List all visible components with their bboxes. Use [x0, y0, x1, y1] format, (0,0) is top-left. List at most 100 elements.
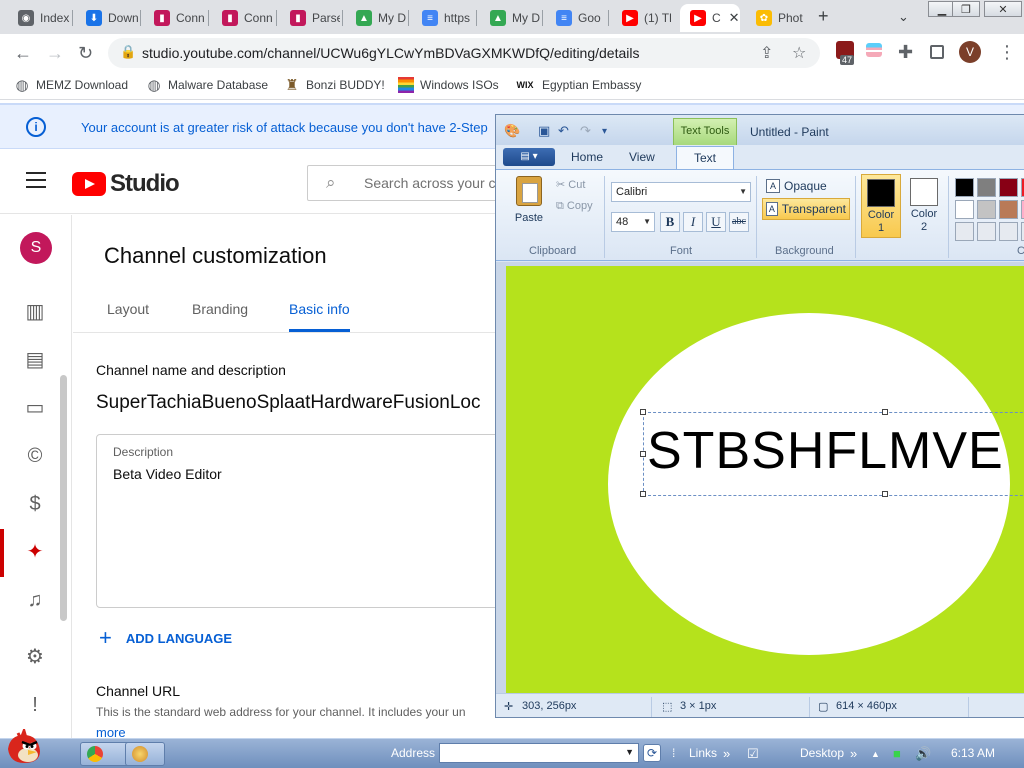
tab-branding[interactable]: Branding [192, 301, 248, 317]
font-size-select[interactable]: 48 ▼ [611, 212, 655, 232]
palette-swatch[interactable] [999, 222, 1018, 241]
opaque-button[interactable]: A Opaque [762, 176, 831, 196]
browser-tab[interactable]: ▶ C ✕ [680, 4, 740, 32]
color-2-button[interactable]: Color 2 [904, 174, 944, 238]
tab-layout[interactable]: Layout [107, 301, 149, 317]
volume-icon[interactable]: 🔊 [915, 746, 931, 762]
feedback-icon[interactable]: ! [24, 694, 46, 716]
paint-app-menu-button[interactable]: ▤ ▾ [503, 148, 555, 166]
palette-swatch[interactable] [977, 200, 996, 219]
browser-tab[interactable]: ▮ Conn [144, 4, 206, 32]
paint-app-icon[interactable]: 🎨 [504, 123, 520, 139]
browser-tab[interactable]: ▲ My D [480, 4, 540, 32]
color-1-button[interactable]: Color 1 [861, 174, 901, 238]
palette-swatch[interactable] [955, 222, 974, 241]
side-panel-icon[interactable] [930, 45, 944, 59]
lock-icon[interactable]: 🔒 [120, 44, 136, 60]
taskbar-desktop-label[interactable]: Desktop [800, 746, 844, 760]
drawing-canvas[interactable]: STBSHFLMVE [506, 266, 1024, 693]
palette-swatch[interactable] [999, 200, 1018, 219]
ribbon-tab-text[interactable]: Text [676, 146, 734, 170]
chrome-menu-icon[interactable]: ⋮ [998, 42, 1016, 63]
bookmark-item[interactable]: ♜ Bonzi BUDDY! [284, 77, 384, 94]
bookmark-item[interactable]: ◍ MEMZ Download [14, 77, 128, 94]
tab-search-icon[interactable]: ⌄ [898, 9, 909, 25]
hamburger-menu-icon[interactable] [26, 172, 46, 193]
description-field[interactable]: Description Beta Video Editor [96, 434, 513, 608]
extensions-puzzle-icon[interactable]: ✚ [898, 42, 913, 63]
bookmark-item[interactable]: ◍ Malware Database [146, 77, 268, 94]
back-icon[interactable]: ← [14, 43, 32, 64]
browser-tab[interactable]: ⬇ Down [76, 4, 138, 32]
channel-avatar[interactable]: S [20, 232, 52, 264]
flag-extension-icon[interactable] [866, 43, 882, 57]
audio-library-icon[interactable]: ♫ [24, 589, 46, 611]
redo-icon[interactable]: ↷ [580, 123, 591, 139]
underline-button[interactable]: U [706, 212, 726, 232]
paint-title-bar[interactable]: 🎨 ▣ ↶ ↷ ▾ Text Tools Untitled - Paint [496, 115, 1024, 145]
canvas-text[interactable]: STBSHFLMVE [647, 421, 1004, 481]
more-link[interactable]: more [96, 725, 126, 738]
palette-swatch[interactable] [977, 222, 996, 241]
add-language-button[interactable]: + ADD LANGUAGE [99, 625, 232, 651]
address-bar[interactable]: 🔒 studio.youtube.com/channel/UCWu6gYLCwY… [108, 38, 820, 68]
chevron-down-icon[interactable]: ▼ [625, 747, 634, 757]
resize-handle[interactable] [882, 409, 888, 415]
resize-handle[interactable] [882, 491, 888, 497]
undo-icon[interactable]: ↶ [558, 123, 569, 139]
strikethrough-button[interactable]: abc [729, 212, 749, 232]
bookmark-item[interactable]: WIX Egyptian Embassy [514, 77, 642, 93]
links-chevron-icon[interactable]: » [723, 746, 730, 761]
network-icon[interactable]: ■ [893, 746, 901, 761]
youtube-studio-logo[interactable]: Studio [72, 170, 180, 198]
forward-icon[interactable]: → [46, 43, 64, 64]
palette-swatch[interactable] [955, 200, 974, 219]
restore-window-button[interactable]: ❐ [952, 1, 980, 17]
reload-icon[interactable]: ↻ [78, 43, 93, 64]
customization-wand-icon[interactable]: ✦ [24, 541, 46, 563]
channel-name-field[interactable]: SuperTachiaBuenoSplaatHardwareFusionLoc [96, 392, 480, 414]
ribbon-tab-view[interactable]: View [629, 150, 655, 164]
browser-tab[interactable]: ◉ Index [8, 4, 70, 32]
monetization-icon[interactable]: $ [24, 493, 46, 515]
transparent-button[interactable]: A Transparent [762, 198, 850, 220]
taskbar-address-input[interactable]: ▼ [439, 743, 639, 763]
copyright-icon[interactable]: © [24, 445, 46, 467]
customize-qat-icon[interactable]: ▾ [602, 126, 607, 137]
settings-gear-icon[interactable]: ⚙ [24, 646, 46, 668]
browser-tab[interactable]: ▮ Conn [212, 4, 274, 32]
start-angry-bird-icon[interactable] [4, 729, 44, 767]
bookmark-star-icon[interactable]: ☆ [792, 43, 806, 63]
new-tab-button[interactable]: + [818, 6, 829, 27]
taskbar-links-label[interactable]: Links [689, 746, 717, 760]
palette-swatch[interactable] [955, 178, 974, 197]
save-icon[interactable]: ▣ [538, 123, 550, 139]
sidebar-scrollbar[interactable] [60, 375, 67, 621]
taskbar-paint-button[interactable] [125, 742, 165, 766]
font-family-select[interactable]: Calibri ▼ [611, 182, 751, 202]
tab-close-icon[interactable]: ✕ [729, 10, 740, 26]
profile-avatar[interactable]: V [959, 41, 981, 63]
tray-expand-icon[interactable]: ▲ [871, 749, 880, 759]
bookmark-item[interactable]: Windows ISOs [398, 77, 499, 93]
copy-button[interactable]: ⧉ Copy [556, 200, 593, 213]
description-value[interactable]: Beta Video Editor [113, 466, 222, 482]
tab-basic-info[interactable]: Basic info [289, 301, 350, 317]
browser-tab[interactable]: ▲ My D [346, 4, 406, 32]
italic-button[interactable]: I [683, 212, 703, 232]
resize-handle[interactable] [640, 409, 646, 415]
desktop-chevron-icon[interactable]: » [850, 746, 857, 761]
text-box-selection[interactable]: STBSHFLMVE [640, 409, 1024, 497]
subtitles-icon[interactable]: ▭ [24, 397, 46, 419]
resize-handle[interactable] [640, 491, 646, 497]
quick-launch-icon[interactable]: ☑ [747, 746, 759, 762]
browser-tab[interactable]: ✿ Phot [746, 4, 810, 32]
share-icon[interactable]: ⇪ [760, 43, 773, 63]
browser-tab[interactable]: ≡ https [412, 4, 474, 32]
close-window-button[interactable]: ✕ [984, 1, 1022, 17]
palette-swatch[interactable] [977, 178, 996, 197]
browser-tab[interactable]: ▮ Parse [280, 4, 340, 32]
cut-button[interactable]: ✂ Cut [556, 178, 585, 191]
address-url[interactable]: studio.youtube.com/channel/UCWu6gYLCwYmB… [142, 45, 639, 61]
comments-icon[interactable]: ▤ [24, 349, 46, 371]
